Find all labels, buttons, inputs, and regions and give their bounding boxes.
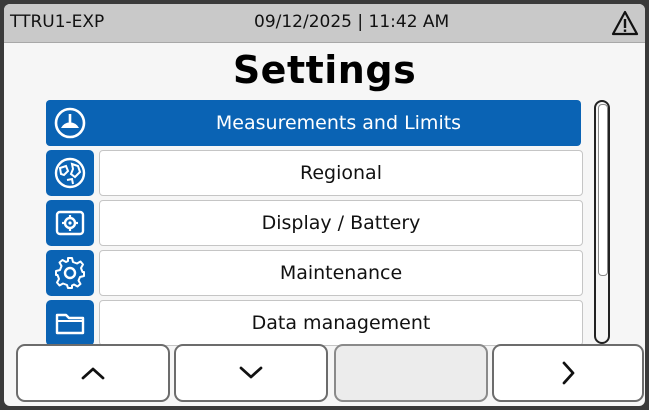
- scroll-down-button[interactable]: [174, 344, 328, 402]
- date-time: 09/12/2025 | 11:42 AM: [254, 12, 450, 32]
- menu-item-label: Display / Battery: [99, 200, 583, 246]
- menu-item-regional[interactable]: Regional: [46, 150, 583, 196]
- gauge-icon: [46, 100, 94, 146]
- page-title: Settings: [232, 48, 417, 92]
- scrollbar[interactable]: [594, 100, 610, 344]
- menu-item-label: Measurements and Limits: [46, 100, 581, 146]
- chevron-down-icon: [239, 366, 263, 379]
- globe-icon: [46, 150, 94, 196]
- status-bar: TTRU1-EXP 09/12/2025 | 11:42 AM: [4, 4, 645, 43]
- display-settings-icon: [46, 200, 94, 246]
- menu-item-display-battery[interactable]: Display / Battery: [46, 200, 583, 246]
- warning-triangle-icon[interactable]: [611, 10, 639, 36]
- scrollbar-thumb[interactable]: [598, 104, 608, 276]
- blank-button: [334, 344, 488, 402]
- device-id: TTRU1-EXP: [10, 12, 105, 32]
- menu-item-data-management[interactable]: Data management: [46, 300, 583, 346]
- gear-icon: [46, 250, 94, 296]
- menu-item-label: Data management: [99, 300, 583, 346]
- menu-item-measurements-and-limits[interactable]: Measurements and Limits: [46, 100, 581, 146]
- folder-icon: [46, 300, 94, 346]
- menu-item-label: Maintenance: [99, 250, 583, 296]
- chevron-right-icon: [562, 361, 575, 385]
- next-button[interactable]: [492, 344, 644, 402]
- chevron-up-icon: [81, 367, 105, 380]
- device-screen: TTRU1-EXP 09/12/2025 | 11:42 AM Settings…: [4, 4, 645, 406]
- menu-item-label: Regional: [99, 150, 583, 196]
- menu-item-maintenance[interactable]: Maintenance: [46, 250, 583, 296]
- scroll-up-button[interactable]: [16, 344, 170, 402]
